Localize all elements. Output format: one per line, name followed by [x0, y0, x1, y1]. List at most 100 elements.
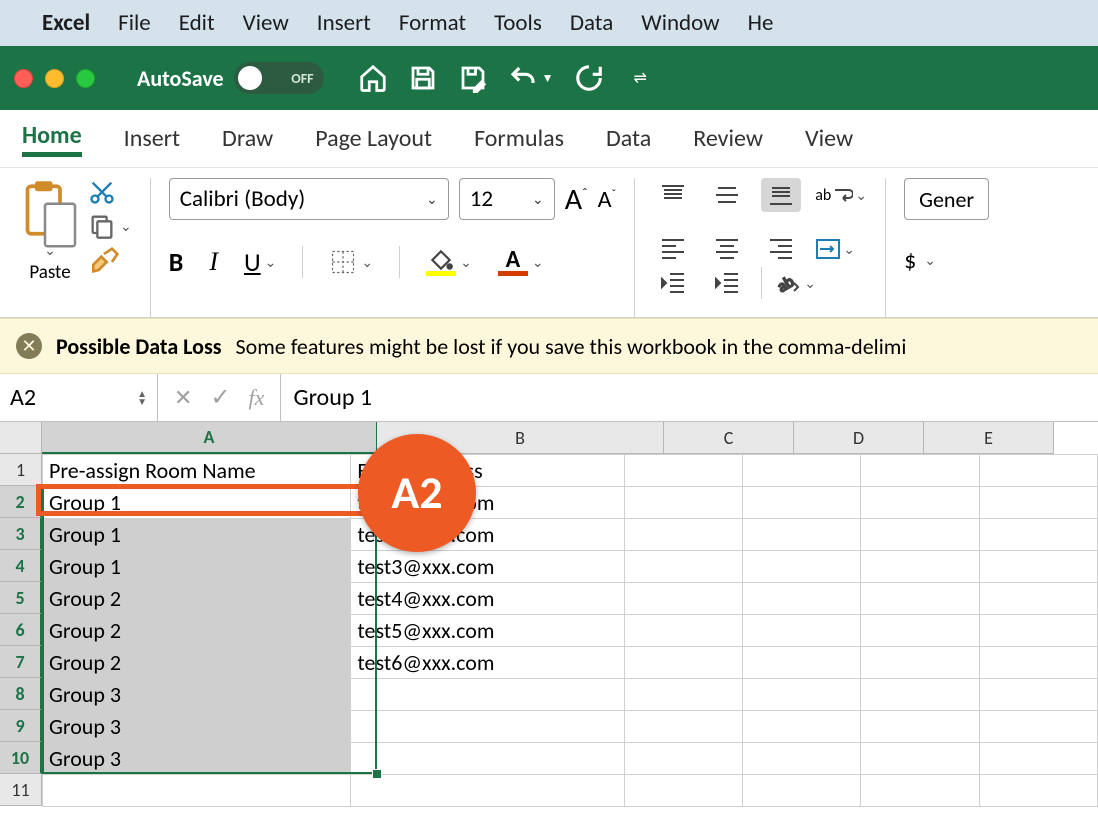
save-icon[interactable]	[408, 63, 438, 93]
menubar-app-name[interactable]: Excel	[42, 9, 90, 37]
cell-E8[interactable]	[861, 679, 979, 711]
column-header-C[interactable]: C	[664, 422, 794, 454]
cell-F4[interactable]	[979, 551, 1097, 583]
row-header-9[interactable]: 9	[0, 710, 42, 742]
redo-button[interactable]	[574, 63, 604, 93]
cell-C11[interactable]	[624, 775, 742, 807]
cell-B5[interactable]: test4@xxx.com	[351, 583, 624, 615]
currency-button[interactable]: $⌄	[904, 246, 989, 275]
column-header-A[interactable]: A	[42, 422, 377, 454]
column-header-E[interactable]: E	[924, 422, 1054, 454]
home-icon[interactable]	[358, 63, 388, 93]
cell-F1[interactable]	[979, 455, 1097, 487]
row-header-3[interactable]: 3	[0, 518, 42, 550]
cut-button[interactable]	[88, 178, 132, 206]
cell-E2[interactable]	[861, 487, 979, 519]
number-format-dropdown[interactable]: Gener	[904, 178, 989, 220]
cell-A5[interactable]: Group 2	[43, 583, 351, 615]
macos-menubar[interactable]: Excel File Edit View Insert Format Tools…	[0, 0, 1098, 46]
tab-data[interactable]: Data	[606, 124, 651, 153]
cell-F6[interactable]	[979, 615, 1097, 647]
cell-D10[interactable]	[743, 743, 861, 775]
align-top-button[interactable]	[653, 178, 693, 212]
cell-C4[interactable]	[624, 551, 742, 583]
cancel-formula-icon[interactable]: ✕	[174, 384, 192, 411]
cell-C5[interactable]	[624, 583, 742, 615]
row-header-8[interactable]: 8	[0, 678, 42, 710]
merge-button[interactable]: ⌄	[815, 238, 855, 260]
cell-D8[interactable]	[743, 679, 861, 711]
tab-review[interactable]: Review	[693, 124, 763, 153]
cell-A4[interactable]: Group 1	[43, 551, 351, 583]
cell-E1[interactable]	[861, 455, 979, 487]
cell-E6[interactable]	[861, 615, 979, 647]
cell-E3[interactable]	[861, 519, 979, 551]
save-edit-icon[interactable]	[458, 63, 488, 93]
row-header-1[interactable]: 1	[0, 454, 42, 486]
row-header-10[interactable]: 10	[0, 742, 42, 774]
menubar-window[interactable]: Window	[641, 9, 719, 37]
tab-insert[interactable]: Insert	[124, 124, 180, 153]
cell-B9[interactable]	[351, 711, 624, 743]
cell-A3[interactable]: Group 1	[43, 519, 351, 551]
cell-B11[interactable]	[351, 775, 624, 807]
cell-D7[interactable]	[743, 647, 861, 679]
menubar-tools[interactable]: Tools	[494, 9, 542, 37]
autosave-switch[interactable]: OFF	[234, 62, 324, 94]
row-header-5[interactable]: 5	[0, 582, 42, 614]
cell-C10[interactable]	[624, 743, 742, 775]
cell-A6[interactable]: Group 2	[43, 615, 351, 647]
cell-D9[interactable]	[743, 711, 861, 743]
window-minimize-button[interactable]	[45, 69, 64, 88]
wrap-text-button[interactable]: ab ⌄	[815, 186, 867, 205]
cell-E4[interactable]	[861, 551, 979, 583]
fill-color-button[interactable]: ⌄	[426, 249, 472, 276]
font-size-dropdown[interactable]: 12 ⌄	[459, 178, 555, 220]
cell-C2[interactable]	[624, 487, 742, 519]
cell-C6[interactable]	[624, 615, 742, 647]
align-left-button[interactable]	[653, 232, 693, 266]
decrease-indent-button[interactable]	[653, 266, 693, 300]
font-name-dropdown[interactable]: Calibri (Body) ⌄	[169, 178, 449, 220]
tab-formulas[interactable]: Formulas	[474, 124, 564, 153]
align-middle-button[interactable]	[707, 178, 747, 212]
increase-indent-button[interactable]	[707, 266, 747, 300]
cell-A9[interactable]: Group 3	[43, 711, 351, 743]
cell-D3[interactable]	[743, 519, 861, 551]
cell-F3[interactable]	[979, 519, 1097, 551]
cell-C1[interactable]	[624, 455, 742, 487]
bold-button[interactable]: B	[169, 246, 184, 278]
cell-C8[interactable]	[624, 679, 742, 711]
cell-A8[interactable]: Group 3	[43, 679, 351, 711]
tab-page-layout[interactable]: Page Layout	[315, 124, 432, 153]
window-maximize-button[interactable]	[76, 69, 95, 88]
tab-view[interactable]: View	[805, 124, 853, 153]
italic-button[interactable]: I	[209, 247, 218, 277]
row-header-4[interactable]: 4	[0, 550, 42, 582]
tab-home[interactable]: Home	[22, 121, 82, 157]
format-painter-button[interactable]	[88, 246, 132, 278]
font-color-button[interactable]: A ⌄	[498, 249, 544, 276]
tab-draw[interactable]: Draw	[222, 124, 273, 153]
cell-D6[interactable]	[743, 615, 861, 647]
menubar-data[interactable]: Data	[570, 9, 613, 37]
menubar-help[interactable]: He	[748, 9, 774, 37]
cell-E5[interactable]	[861, 583, 979, 615]
column-header-D[interactable]: D	[794, 422, 924, 454]
align-right-button[interactable]	[761, 232, 801, 266]
window-close-button[interactable]	[14, 69, 33, 88]
cell-F5[interactable]	[979, 583, 1097, 615]
autosave-toggle[interactable]: AutoSave OFF	[137, 62, 324, 94]
cell-D1[interactable]	[743, 455, 861, 487]
cell-F11[interactable]	[979, 775, 1097, 807]
increase-font-button[interactable]: Aˆ	[565, 181, 588, 218]
cell-B4[interactable]: test3@xxx.com	[351, 551, 624, 583]
name-box[interactable]: A2 ▲▼	[0, 374, 158, 421]
underline-button[interactable]: U⌄	[244, 246, 276, 278]
select-all-corner[interactable]	[0, 422, 42, 454]
menubar-view[interactable]: View	[243, 9, 289, 37]
cell-A7[interactable]: Group 2	[43, 647, 351, 679]
cell-F2[interactable]	[979, 487, 1097, 519]
cell-B8[interactable]	[351, 679, 624, 711]
cell-C9[interactable]	[624, 711, 742, 743]
